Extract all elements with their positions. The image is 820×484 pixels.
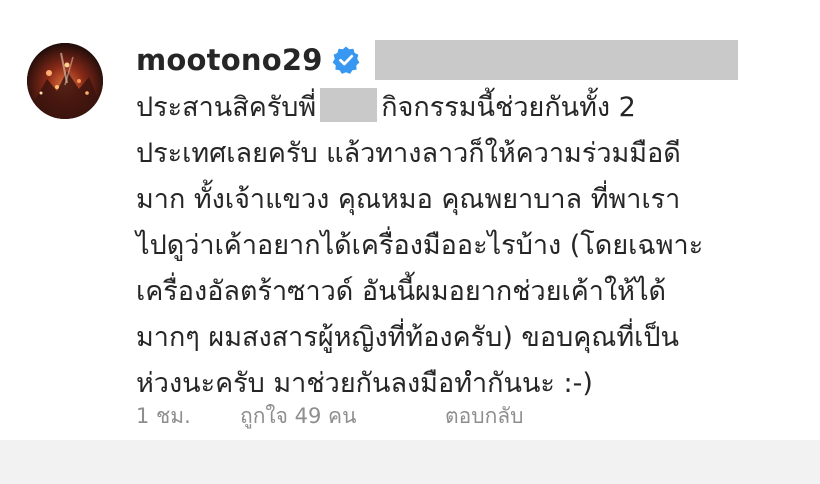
redacted-block (374, 40, 738, 80)
comment-meta: 1 ชม. ถูกใจ 49 คน ตอบกลับ (136, 398, 524, 434)
comment-line: มาก ทั้งเจ้าแขวง คุณหมอ คุณพยาบาล ที่พาเ… (136, 184, 681, 215)
comment-line: ไปดูว่าเค้าอยากได้เครื่องมืออะไรบ้าง (โด… (136, 230, 704, 261)
comment-line-text: ประสานสิครับพี่ (136, 92, 317, 123)
verified-badge-icon (331, 45, 361, 75)
comment-header: mootono29 (136, 38, 738, 82)
avatar-photo (27, 43, 103, 119)
comment-line: ประเทศเลยครับ แล้วทางลาวก็ให้ความร่วมมือ… (136, 138, 681, 169)
comment-line: ประสานสิครับพี่ กิจกรรมนี้ช่วยกันทั้ง 2 (136, 85, 816, 131)
comment-timestamp: 1 ชม. (136, 403, 191, 428)
comment-line: มากๆ ผมสงสารผู้หญิงที่ท้องครับ) ขอบคุณที… (136, 322, 679, 353)
likes-count-link[interactable]: ถูกใจ 49 คน (240, 400, 445, 433)
user-avatar[interactable] (27, 43, 103, 119)
comment-line-text: กิจกรรมนี้ช่วยกันทั้ง 2 (381, 92, 636, 123)
reply-button[interactable]: ตอบกลับ (445, 400, 524, 433)
redacted-block (320, 88, 378, 122)
comment: mootono29 ประสานสิครับพี่ กิจกรรมนี้ช่วยก… (0, 0, 820, 440)
comment-line: เครื่องอัลตร้าซาวด์ อันนี้ผมอยากช่วยเค้า… (136, 276, 667, 307)
username-link[interactable]: mootono29 (136, 43, 323, 77)
footer-bar (0, 440, 820, 484)
comment-text: ประสานสิครับพี่ กิจกรรมนี้ช่วยกันทั้ง 2 ป… (136, 85, 816, 407)
